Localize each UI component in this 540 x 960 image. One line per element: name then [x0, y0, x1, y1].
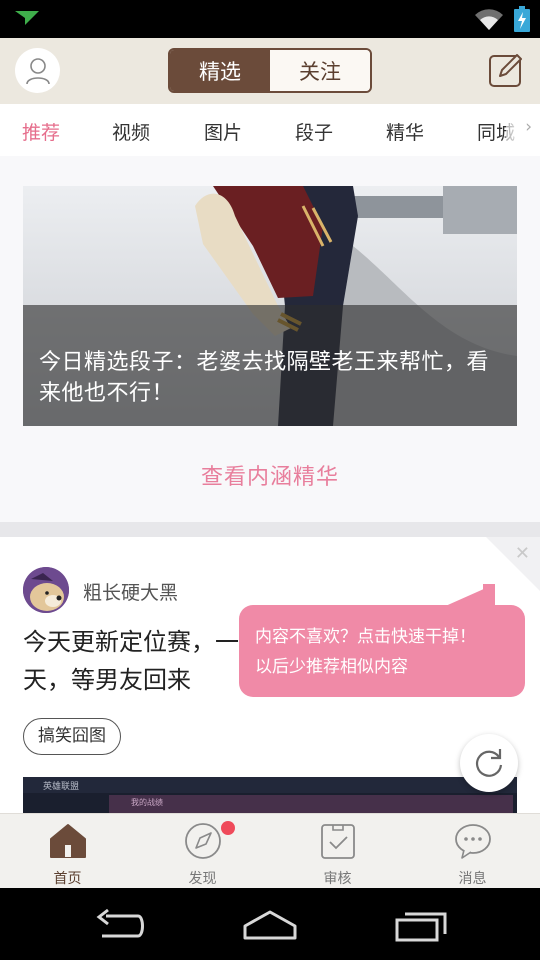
section-divider — [0, 522, 540, 537]
recent-apps-icon[interactable] — [394, 908, 450, 942]
discover-badge — [221, 821, 235, 835]
featured-banner[interactable]: 今日精选段子：老婆去找隔壁老王来帮忙，看来他也不行！ — [23, 186, 517, 426]
user-avatar-button[interactable] — [15, 48, 60, 93]
home-icon — [48, 822, 88, 860]
message-icon — [453, 822, 493, 860]
bottom-nav: 首页 发现 审核 消息 — [0, 813, 540, 888]
post-image-label: 英雄联盟 — [43, 782, 80, 792]
review-icon — [318, 822, 358, 860]
tab-essence[interactable]: 精华 — [386, 118, 424, 145]
tab-pictures[interactable]: 图片 — [204, 118, 242, 145]
home-system-icon[interactable] — [242, 908, 298, 942]
refresh-button[interactable] — [460, 734, 518, 792]
post-tag[interactable]: 搞笑囧图 — [23, 718, 121, 755]
tooltip-line-1: 内容不喜欢？点击快速干掉！ — [255, 627, 476, 647]
corner-fold — [486, 537, 540, 591]
compass-icon — [183, 822, 223, 860]
chevron-right-icon[interactable]: › — [525, 117, 532, 137]
status-bar — [0, 0, 540, 38]
see-essence-link[interactable]: 查看内涵精华 — [0, 459, 540, 491]
post-image-titlebar: 英雄联盟 — [23, 777, 517, 793]
post-image[interactable]: 英雄联盟 我的战绩 刷新 — [23, 777, 517, 813]
segment-featured[interactable]: 精选 — [170, 50, 270, 91]
tooltip-line-2: 以后少推荐相似内容 — [255, 657, 408, 677]
post-image-panel-label: 我的战绩 — [131, 798, 163, 807]
banner-caption: 今日精选段子：老婆去找隔壁老王来帮忙，看来他也不行！ — [23, 305, 517, 426]
author-name[interactable]: 粗长硬大黑 — [83, 578, 178, 605]
featured-title: 今日精选段子：老婆去找隔壁老王来帮忙，看来他也不行！ — [39, 350, 490, 406]
nav-messages-label: 消息 — [458, 871, 487, 887]
back-icon[interactable] — [94, 908, 146, 942]
dismiss-icon[interactable]: ✕ — [515, 543, 530, 564]
top-header: 精选 关注 — [0, 38, 540, 104]
featured-card: 今日精选段子：老婆去找隔壁老王来帮忙，看来他也不行！ 查看内涵精华 — [0, 156, 540, 522]
nav-discover-label: 发现 — [188, 871, 217, 887]
nav-review[interactable]: 审核 — [270, 814, 405, 888]
user-icon — [25, 57, 50, 84]
dismiss-hint-tooltip[interactable]: 内容不喜欢？点击快速干掉！ 以后少推荐相似内容 — [239, 605, 525, 697]
author-avatar[interactable] — [23, 567, 69, 613]
tab-jokes[interactable]: 段子 — [295, 118, 333, 145]
tab-recommend[interactable]: 推荐 — [22, 118, 60, 145]
tab-video[interactable]: 视频 — [112, 118, 150, 145]
nav-review-label: 审核 — [323, 871, 352, 887]
app-notification-icon — [15, 11, 39, 25]
system-nav-bar — [0, 888, 540, 960]
category-tabs: 推荐 视频 图片 段子 精华 同城 › — [0, 104, 540, 156]
battery-icon — [514, 6, 530, 32]
nav-messages[interactable]: 消息 — [405, 814, 540, 888]
tabs-fade — [506, 104, 540, 156]
segment-following[interactable]: 关注 — [270, 50, 370, 91]
nav-discover[interactable]: 发现 — [135, 814, 270, 888]
refresh-icon — [475, 749, 503, 777]
compose-icon[interactable] — [488, 52, 524, 88]
feed-switcher: 精选 关注 — [168, 48, 372, 93]
post-image-panel: 我的战绩 刷新 — [109, 795, 513, 813]
doge-avatar-image — [23, 567, 69, 613]
wifi-icon — [475, 9, 503, 30]
nav-home-label: 首页 — [53, 871, 82, 887]
nav-home[interactable]: 首页 — [0, 814, 135, 888]
post-text[interactable]: 今天更新定位赛，一天，等男友回来 — [23, 623, 263, 699]
